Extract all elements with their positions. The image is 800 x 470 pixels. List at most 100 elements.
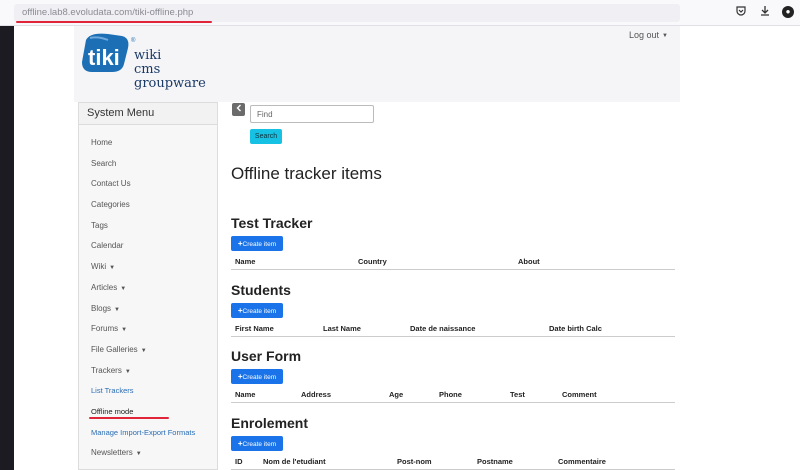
sidebar-item-articles[interactable]: Articles ▼ <box>79 278 217 299</box>
column-header[interactable]: Country <box>358 257 387 266</box>
create-item-label: Create item <box>242 241 277 248</box>
tiki-logo[interactable]: tiki ® wiki cms groupware <box>78 30 208 98</box>
url-text: offline.lab8.evoludata.com/tiki-offline.… <box>22 7 193 18</box>
url-path: /tiki-offline.php <box>132 7 194 18</box>
column-header[interactable]: About <box>518 257 540 266</box>
sidebar-item-calendar[interactable]: Calendar <box>79 236 217 257</box>
caret-down-icon: ▼ <box>109 265 116 272</box>
sidebar-item-offline-mode[interactable]: Offline mode <box>79 402 217 423</box>
caret-down-icon: ▼ <box>135 451 142 458</box>
sidebar-item-manage-import-export-formats[interactable]: Manage Import-Export Formats <box>79 423 217 444</box>
url-host: offline.lab8.evoludata.com <box>22 7 133 18</box>
column-header[interactable]: Commentaire <box>558 457 606 466</box>
sidebar-item-search[interactable]: Search <box>79 154 217 175</box>
sidebar-item-label: Blogs <box>91 303 112 313</box>
svg-text:®: ® <box>131 37 136 44</box>
column-header[interactable]: Postname <box>477 457 513 466</box>
sidebar-item-label: Contact Us <box>91 179 131 189</box>
column-header[interactable]: Address <box>301 390 331 399</box>
logo-line-groupware: groupware <box>134 76 206 91</box>
column-header[interactable]: Last Name <box>323 324 361 333</box>
caret-down-icon: ▼ <box>114 306 120 313</box>
web-page: tiki ® wiki cms groupware Log out ▼ Syste… <box>14 26 800 470</box>
tracker-title: Students <box>231 282 291 298</box>
sidebar-item-label: Calendar <box>91 241 124 251</box>
search-button[interactable]: Search <box>250 129 282 144</box>
sidebar-item-trackers[interactable]: Trackers ▼ <box>79 361 217 382</box>
sidebar-item-home[interactable]: Home <box>79 133 217 154</box>
create-item-label: Create item <box>242 374 277 381</box>
tracker-section: User Form +Create item Name Address Age Phone… <box>231 347 675 403</box>
sidebar-item-contact-us[interactable]: Contact Us <box>79 174 217 195</box>
sidebar-item-newsletters[interactable]: Newsletters ▼ <box>79 443 217 464</box>
sidebar-item-label: Manage Import-Export Formats <box>91 427 196 437</box>
collapse-sidebar-button[interactable] <box>232 103 245 116</box>
tracker-title: User Form <box>231 348 302 364</box>
column-header[interactable]: Test <box>510 390 525 399</box>
create-item-button[interactable]: +Create item <box>231 303 283 318</box>
caret-down-icon: ▼ <box>120 285 127 292</box>
caret-down-icon: ▼ <box>124 368 131 375</box>
table-header-row: ID Nom de l'etudiant Post-nom Postname Comme… <box>231 454 675 470</box>
column-header[interactable]: Name <box>235 390 255 399</box>
sidebar-item-blogs[interactable]: Blogs ▼ <box>79 299 217 320</box>
sidebar-item-label: Tags <box>91 220 108 230</box>
create-item-label: Create item <box>242 441 277 448</box>
logo-line-wiki: wiki <box>134 48 161 63</box>
caret-down-icon: ▼ <box>140 347 147 354</box>
logout-label: Log out <box>629 30 660 40</box>
table-header-row: Name Country About <box>231 254 675 270</box>
page-title: Offline tracker items <box>231 164 382 183</box>
column-header[interactable]: Name <box>235 257 255 266</box>
sidebar-item-wiki[interactable]: Wiki ▼ <box>79 257 217 278</box>
sidebar-item-label: File Galleries <box>91 344 138 354</box>
create-item-button[interactable]: +Create item <box>231 236 283 251</box>
logout-menu[interactable]: Log out ▼ <box>629 30 668 40</box>
logo-line-cms: cms <box>134 62 160 77</box>
logo-word: tiki <box>88 45 120 70</box>
tracker-section: Students +Create item First Name Last Name D… <box>231 281 675 337</box>
tracker-title: Enrolement <box>231 415 309 431</box>
sidebar-item-label: Categories <box>91 200 130 210</box>
sidebar-item-label: Wiki <box>91 262 107 272</box>
sidebar-item-categories[interactable]: Categories <box>79 195 217 216</box>
account-icon[interactable]: ● <box>782 6 794 18</box>
tracker-section: Enrolement +Create item ID Nom de l'etudian… <box>231 414 675 470</box>
sidebar-item-label: Articles <box>91 282 118 292</box>
create-item-button[interactable]: +Create item <box>231 369 283 384</box>
column-header[interactable]: Phone <box>439 390 462 399</box>
download-icon[interactable] <box>758 5 772 19</box>
system-menu-title: System Menu <box>79 103 217 125</box>
sidebar-item-label: Offline mode <box>91 406 134 416</box>
sidebar-item-label: Search <box>91 158 117 168</box>
chevron-left-icon <box>236 104 241 112</box>
browser-toolbar: offline.lab8.evoludata.com/tiki-offline.… <box>0 0 800 26</box>
address-bar[interactable]: offline.lab8.evoludata.com/tiki-offline.… <box>14 4 680 23</box>
caret-down-icon: ▼ <box>662 32 668 39</box>
sidebar-item-label: Home <box>91 138 113 147</box>
table-header-row: Name Address Age Phone Test Comment <box>231 387 675 403</box>
sidebar-item-file-galleries[interactable]: File Galleries ▼ <box>79 340 217 361</box>
search-input[interactable] <box>250 105 374 123</box>
column-header[interactable]: Date birth Calc <box>549 324 602 333</box>
sidebar-item-list-trackers[interactable]: List Trackers <box>79 381 217 402</box>
sidebar-item-label: Trackers <box>91 365 122 375</box>
column-header[interactable]: ID <box>235 457 243 466</box>
create-item-label: Create item <box>242 308 277 315</box>
caret-down-icon: ▼ <box>121 327 128 334</box>
system-menu-list: Home Search Contact Us Categories Tags Calend… <box>79 125 217 464</box>
table-header-row: First Name Last Name Date de naissance Date… <box>231 321 675 337</box>
pocket-icon[interactable] <box>734 5 748 19</box>
column-header[interactable]: Nom de l'etudiant <box>263 457 326 466</box>
column-header[interactable]: First Name <box>235 324 274 333</box>
tracker-title: Test Tracker <box>231 215 313 231</box>
create-item-button[interactable]: +Create item <box>231 436 283 451</box>
system-menu: System Menu Home Search Contact Us Categori… <box>78 102 218 470</box>
offline-mode-annotation-underline <box>89 416 169 419</box>
sidebar-item-forums[interactable]: Forums ▼ <box>79 319 217 340</box>
column-header[interactable]: Date de naissance <box>410 324 475 333</box>
sidebar-item-tags[interactable]: Tags <box>79 216 217 237</box>
column-header[interactable]: Comment <box>562 390 597 399</box>
column-header[interactable]: Age <box>389 390 403 399</box>
column-header[interactable]: Post-nom <box>397 457 432 466</box>
